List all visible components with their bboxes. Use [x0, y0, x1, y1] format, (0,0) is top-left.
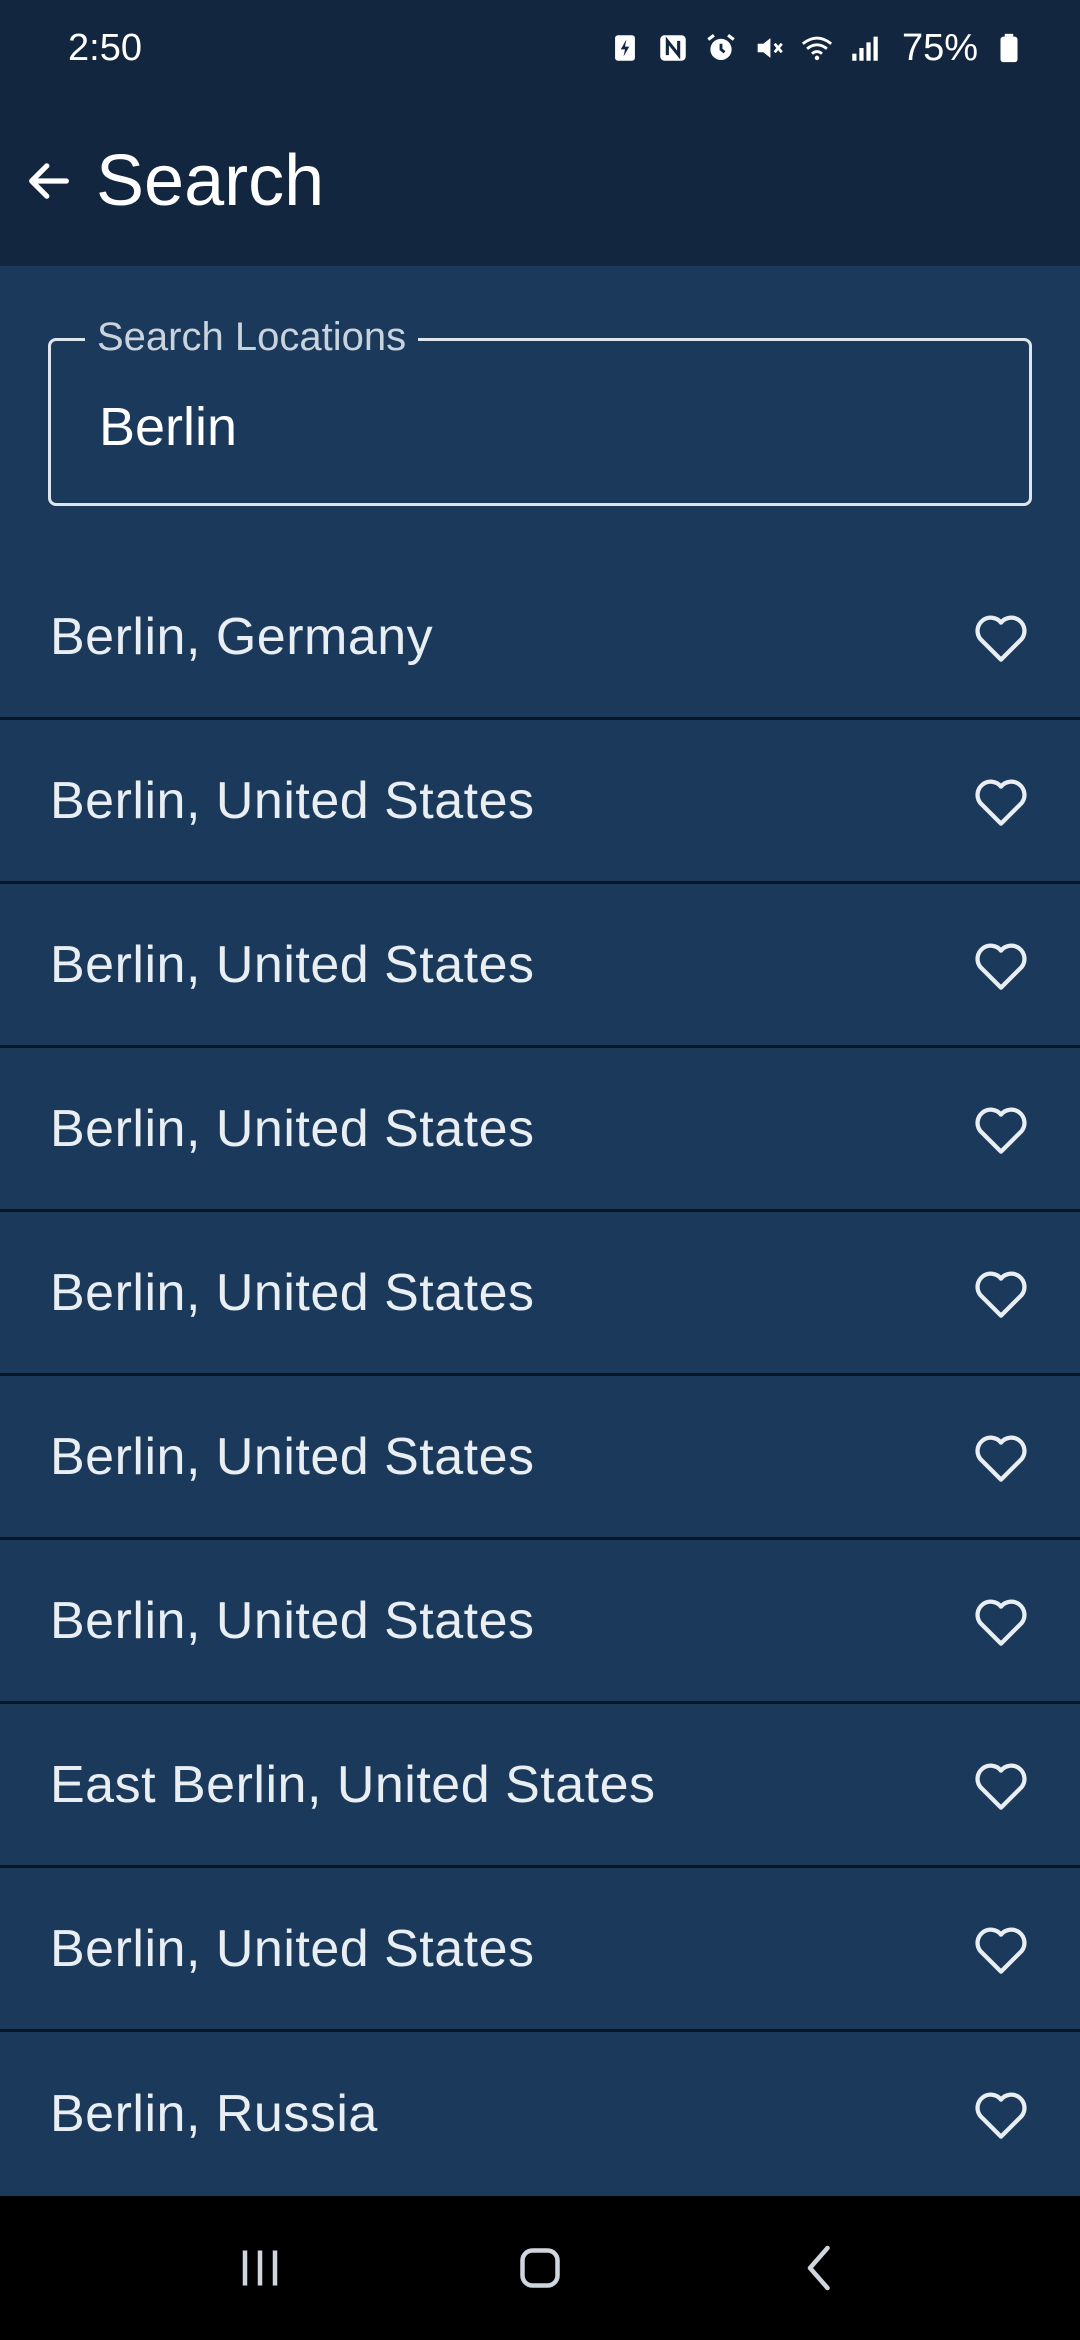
location-result-item[interactable]: Berlin, Germany [0, 556, 1080, 720]
location-result-label: Berlin, United States [50, 1591, 535, 1650]
location-result-item[interactable]: Berlin, United States [0, 1540, 1080, 1704]
home-icon [520, 2248, 560, 2288]
location-result-label: East Berlin, United States [50, 1755, 656, 1814]
favorite-button[interactable] [968, 1752, 1034, 1818]
location-result-label: Berlin, United States [50, 1427, 535, 1486]
page-title: Search [96, 141, 325, 221]
favorite-button[interactable] [968, 1096, 1034, 1162]
status-icons: 75% [608, 27, 1026, 70]
heart-outline-icon [975, 1763, 1027, 1810]
heart-outline-icon [975, 2092, 1027, 2139]
back-icon [807, 2245, 830, 2291]
heart-outline-icon [975, 779, 1027, 826]
location-result-label: Berlin, Germany [50, 607, 434, 666]
home-button[interactable] [495, 2223, 585, 2313]
alarm-icon [704, 31, 738, 65]
favorite-button[interactable] [968, 1260, 1034, 1326]
search-input[interactable] [99, 395, 979, 459]
location-result-item[interactable]: Berlin, Russia [0, 2032, 1080, 2196]
location-result-label: Berlin, United States [50, 1263, 535, 1322]
search-field-label: Search Locations [85, 315, 419, 360]
favorite-button[interactable] [968, 932, 1034, 998]
battery-saver-icon [608, 31, 642, 65]
location-result-label: Berlin, United States [50, 935, 535, 994]
recent-apps-button[interactable] [215, 2223, 305, 2313]
location-result-item[interactable]: Berlin, United States [0, 884, 1080, 1048]
system-nav-bar [0, 2196, 1080, 2340]
status-bar: 2:50 75% [0, 0, 1080, 96]
favorite-button[interactable] [968, 604, 1034, 670]
recent-apps-icon [242, 2250, 278, 2286]
heart-outline-icon [975, 1599, 1027, 1646]
app-bar: Search [0, 96, 1080, 266]
location-result-label: Berlin, United States [50, 771, 535, 830]
heart-outline-icon [975, 943, 1027, 990]
location-result-item[interactable]: Berlin, United States [0, 1048, 1080, 1212]
heart-outline-icon [975, 615, 1027, 662]
wifi-icon [800, 31, 834, 65]
location-result-label: Berlin, Russia [50, 2085, 378, 2143]
back-button[interactable] [22, 154, 76, 208]
arrow-left-icon [29, 163, 69, 199]
location-result-label: Berlin, United States [50, 1099, 535, 1158]
signal-icon [848, 31, 882, 65]
battery-icon [992, 31, 1026, 65]
heart-outline-icon [975, 1107, 1027, 1154]
favorite-button[interactable] [968, 1588, 1034, 1654]
favorite-button[interactable] [968, 768, 1034, 834]
favorite-button[interactable] [968, 1424, 1034, 1490]
mute-icon [752, 31, 786, 65]
favorite-button[interactable] [968, 2081, 1034, 2147]
nfc-icon [656, 31, 690, 65]
location-result-item[interactable]: Berlin, United States [0, 1376, 1080, 1540]
favorite-button[interactable] [968, 1916, 1034, 1982]
location-result-item[interactable]: Berlin, United States [0, 1212, 1080, 1376]
battery-percent: 75% [901, 26, 978, 69]
heart-outline-icon [975, 1435, 1027, 1482]
results-list: Berlin, Germany Berlin, United States Berl… [0, 556, 1080, 2196]
status-time: 2:50 [68, 26, 142, 69]
location-result-item[interactable]: Berlin, United States [0, 1868, 1080, 2032]
location-result-item[interactable]: Berlin, United States [0, 720, 1080, 884]
search-locations-field[interactable]: Search Locations [48, 315, 1032, 506]
heart-outline-icon [975, 1271, 1027, 1318]
heart-outline-icon [975, 1927, 1027, 1974]
location-result-label: Berlin, United States [50, 1919, 535, 1978]
location-result-item[interactable]: East Berlin, United States [0, 1704, 1080, 1868]
nav-back-button[interactable] [775, 2223, 865, 2313]
